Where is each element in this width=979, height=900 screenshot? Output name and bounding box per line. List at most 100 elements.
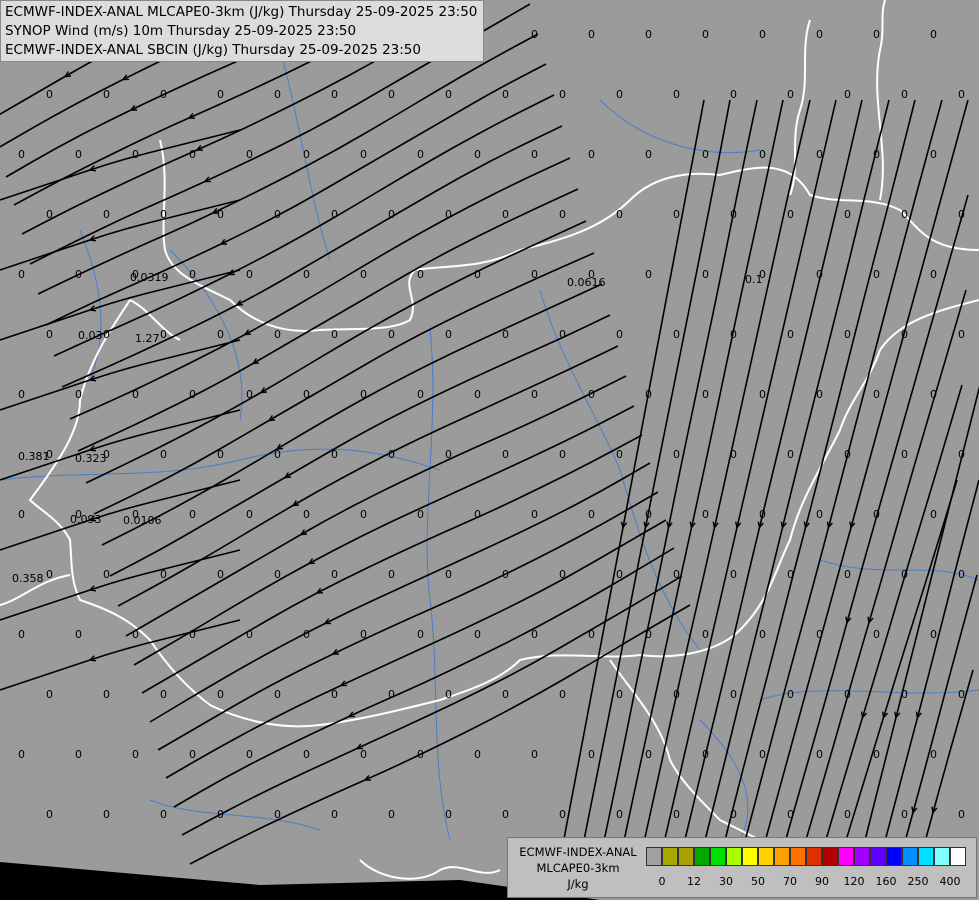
cin-value-zero: 0	[559, 208, 566, 221]
cin-value-zero: 0	[730, 328, 737, 341]
cin-value-zero: 0	[873, 628, 880, 641]
cin-value-zero: 0	[588, 628, 595, 641]
cin-value-zero: 0	[930, 508, 937, 521]
legend-swatch	[678, 847, 694, 866]
cin-value-zero: 0	[274, 568, 281, 581]
legend-swatch	[934, 847, 950, 866]
cin-value-zero: 0	[759, 748, 766, 761]
cin-value-zero: 0	[388, 208, 395, 221]
cin-value-zero: 0	[75, 148, 82, 161]
cin-value-zero: 0	[331, 688, 338, 701]
cin-value-zero: 0	[246, 628, 253, 641]
cin-value-zero: 0	[816, 628, 823, 641]
cin-value-zero: 0	[645, 628, 652, 641]
cin-special-value: 0.1	[745, 273, 763, 286]
cin-value-zero: 0	[474, 748, 481, 761]
cin-value-zero: 0	[18, 628, 25, 641]
cin-value-zero: 0	[132, 148, 139, 161]
cin-value-zero: 0	[18, 268, 25, 281]
cin-value-zero: 0	[103, 328, 110, 341]
legend-swatch	[838, 847, 854, 866]
cin-value-zero: 0	[673, 568, 680, 581]
cin-value-zero: 0	[189, 508, 196, 521]
cin-value-zero: 0	[360, 628, 367, 641]
cin-value-zero: 0	[474, 628, 481, 641]
cin-value-zero: 0	[246, 148, 253, 161]
legend-tick-label: 400	[939, 875, 961, 888]
cin-value-zero: 0	[901, 208, 908, 221]
cin-value-zero: 0	[616, 88, 623, 101]
cin-value-zero: 0	[958, 568, 965, 581]
cin-value-zero: 0	[189, 748, 196, 761]
cin-value-zero: 0	[901, 688, 908, 701]
legend-title: ECMWF-INDEX-ANAL MLCAPE0-3km J/kg	[512, 844, 644, 892]
cin-value-zero: 0	[274, 808, 281, 821]
cin-value-zero: 0	[958, 808, 965, 821]
cin-special-value: 0.0319	[130, 271, 169, 284]
cin-value-zero: 0	[246, 388, 253, 401]
map-header: ECMWF-INDEX-ANAL MLCAPE0-3km (J/kg) Thur…	[0, 0, 484, 62]
cin-value-zero: 0	[303, 388, 310, 401]
cin-value-zero: 0	[189, 388, 196, 401]
legend-tick-label: 50	[751, 875, 765, 888]
cin-value-zero: 0	[816, 388, 823, 401]
cin-value-zero: 0	[502, 208, 509, 221]
cin-value-zero: 0	[645, 148, 652, 161]
cin-value-zero: 0	[787, 328, 794, 341]
cin-value-zero: 0	[217, 88, 224, 101]
cin-value-zero: 0	[673, 448, 680, 461]
cin-value-zero: 0	[616, 448, 623, 461]
cin-value-zero: 0	[531, 508, 538, 521]
cin-value-zero: 0	[474, 148, 481, 161]
legend-swatch	[774, 847, 790, 866]
cin-value-zero: 0	[274, 328, 281, 341]
cin-value-zero: 0	[759, 628, 766, 641]
cin-value-zero: 0	[645, 28, 652, 41]
cin-value-zero: 0	[787, 448, 794, 461]
cin-value-zero: 0	[816, 508, 823, 521]
cin-value-zero: 0	[559, 688, 566, 701]
cin-value-zero: 0	[901, 568, 908, 581]
header-line-2: SYNOP Wind (m/s) 10m Thursday 25-09-2025…	[5, 23, 357, 39]
cin-value-zero: 0	[673, 328, 680, 341]
cin-value-zero: 0	[759, 148, 766, 161]
cin-value-zero: 0	[217, 808, 224, 821]
cin-value-zero: 0	[901, 328, 908, 341]
cin-special-value: 0.093	[70, 513, 102, 526]
cin-value-zero: 0	[645, 388, 652, 401]
color-legend: ECMWF-INDEX-ANAL MLCAPE0-3km J/kg 0 12 30 5…	[507, 837, 977, 898]
cin-value-zero: 0	[474, 508, 481, 521]
cin-value-zero: 0	[217, 208, 224, 221]
cin-value-zero: 0	[189, 148, 196, 161]
cin-value-zero: 0	[417, 508, 424, 521]
cin-value-zero: 0	[445, 208, 452, 221]
cin-value-zero: 0	[246, 268, 253, 281]
legend-swatch	[646, 847, 662, 866]
cin-value-zero: 0	[702, 748, 709, 761]
cin-value-zero: 0	[759, 508, 766, 521]
cin-value-zero: 0	[132, 748, 139, 761]
cin-value-zero: 0	[217, 328, 224, 341]
cin-value-zero: 0	[730, 208, 737, 221]
cin-value-zero: 0	[844, 568, 851, 581]
cin-value-zero: 0	[75, 748, 82, 761]
cin-value-zero: 0	[46, 568, 53, 581]
cin-value-zero: 0	[388, 808, 395, 821]
cin-value-zero: 0	[531, 268, 538, 281]
cin-value-zero: 0	[901, 448, 908, 461]
cin-value-zero: 0	[730, 808, 737, 821]
cin-value-zero: 0	[930, 148, 937, 161]
legend-title-line-3: J/kg	[567, 877, 589, 891]
cin-value-zero: 0	[730, 688, 737, 701]
legend-tick-label: 90	[815, 875, 829, 888]
cin-value-zero: 0	[18, 388, 25, 401]
land-background	[0, 0, 979, 900]
cin-value-zero: 0	[958, 88, 965, 101]
legend-swatch	[870, 847, 886, 866]
cin-value-zero: 0	[160, 208, 167, 221]
legend-tick-label: 160	[875, 875, 897, 888]
cin-value-zero: 0	[46, 88, 53, 101]
cin-value-zero: 0	[445, 688, 452, 701]
cin-value-zero: 0	[189, 628, 196, 641]
legend-swatch	[822, 847, 838, 866]
